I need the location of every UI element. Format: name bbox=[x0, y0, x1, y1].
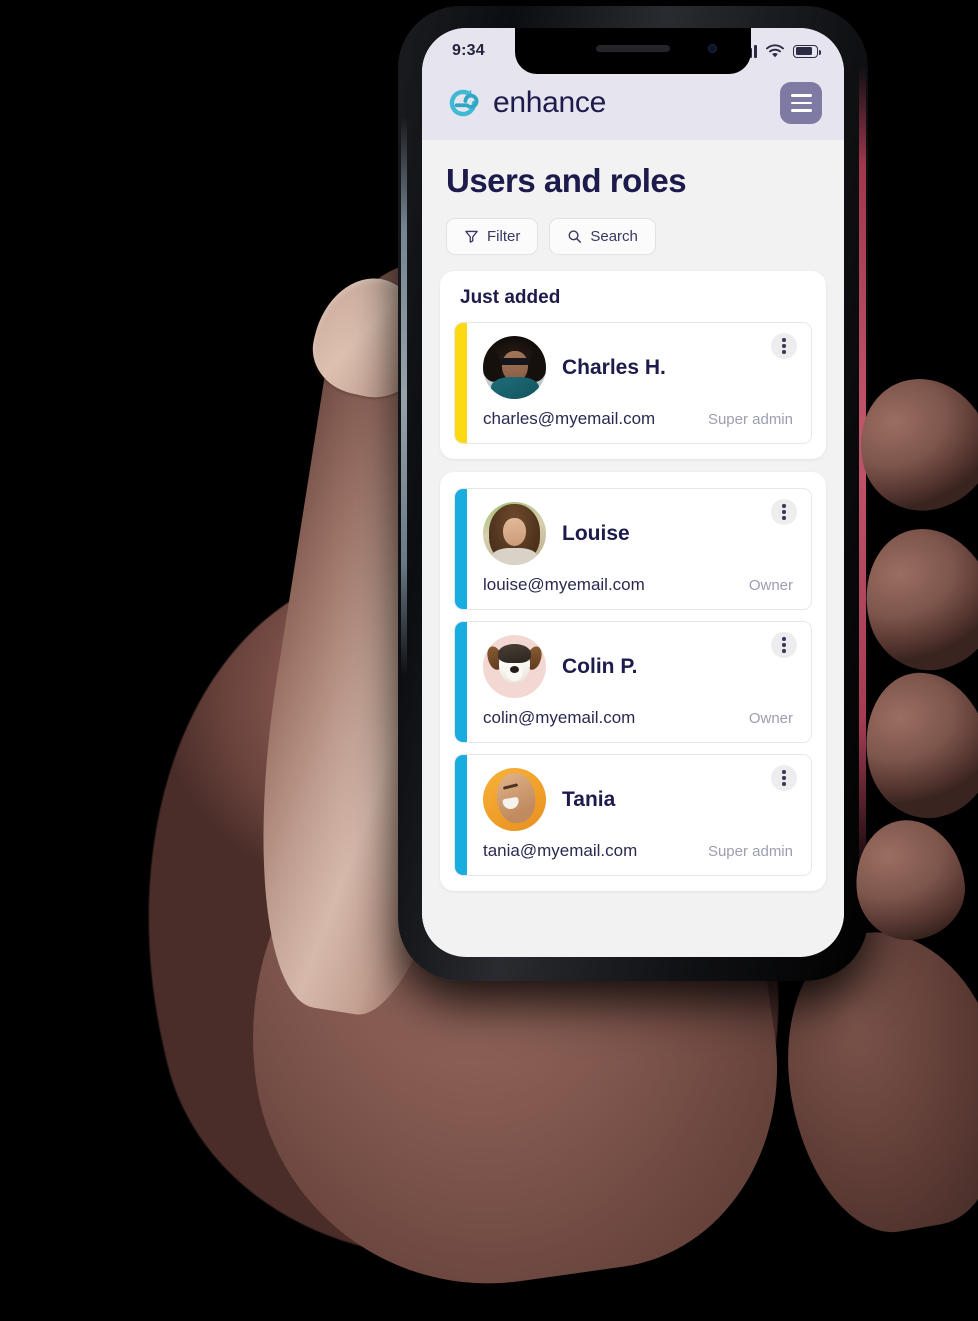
phone-screen: 9:34 enhance Users and roles Filter Sear… bbox=[422, 28, 844, 957]
phone-left-edge bbox=[401, 116, 407, 676]
user-card-colin[interactable]: Colin P. colin@myemail.com Owner bbox=[454, 621, 812, 743]
user-card-footer: colin@myemail.com Owner bbox=[455, 706, 811, 742]
page-content: Users and roles Filter Search Just added… bbox=[422, 140, 844, 949]
finger-ring bbox=[854, 662, 978, 828]
earpiece-speaker bbox=[596, 45, 670, 52]
user-card-footer: louise@myemail.com Owner bbox=[455, 573, 811, 609]
user-card-header: Charles H. bbox=[455, 323, 811, 407]
user-card-footer: charles@myemail.com Super admin bbox=[455, 407, 811, 443]
kebab-menu-icon[interactable] bbox=[771, 765, 797, 791]
user-email: charles@myemail.com bbox=[483, 409, 656, 428]
filter-label: Filter bbox=[487, 228, 521, 245]
user-email: louise@myemail.com bbox=[483, 575, 645, 594]
user-name: Charles H. bbox=[562, 355, 666, 379]
status-clock: 9:34 bbox=[452, 42, 485, 59]
phone-notch bbox=[515, 28, 751, 74]
user-role: Owner bbox=[748, 710, 793, 727]
search-button[interactable]: Search bbox=[549, 218, 656, 255]
user-card-tania[interactable]: Tania tania@myemail.com Super admin bbox=[454, 754, 812, 876]
finger-middle bbox=[851, 515, 978, 683]
charles-portrait-avatar bbox=[483, 336, 546, 399]
hamburger-menu-icon[interactable] bbox=[780, 82, 822, 124]
user-role: Owner bbox=[748, 577, 793, 594]
toolbar: Filter Search bbox=[446, 218, 844, 255]
brand: enhance bbox=[446, 86, 606, 120]
user-role: Super admin bbox=[707, 411, 793, 428]
just-added-panel: Just added Charles H. charles@myemail.co… bbox=[440, 271, 826, 459]
front-camera-icon bbox=[708, 44, 717, 53]
magnifier-icon bbox=[568, 230, 582, 243]
user-card-header: Tania bbox=[455, 755, 811, 839]
kebab-menu-icon[interactable] bbox=[771, 632, 797, 658]
user-card-louise[interactable]: Louise louise@myemail.com Owner bbox=[454, 488, 812, 610]
user-name: Tania bbox=[562, 787, 616, 811]
funnel-icon bbox=[465, 230, 478, 243]
user-card-charles[interactable]: Charles H. charles@myemail.com Super adm… bbox=[454, 322, 812, 444]
user-email: colin@myemail.com bbox=[483, 708, 636, 727]
phone-device: 9:34 enhance Users and roles Filter Sear… bbox=[398, 6, 868, 981]
kebab-menu-icon[interactable] bbox=[771, 333, 797, 359]
enhance-circular-arrow-logo bbox=[449, 89, 479, 117]
user-name: Colin P. bbox=[562, 654, 638, 678]
user-card-header: Louise bbox=[455, 489, 811, 573]
page-title: Users and roles bbox=[446, 162, 687, 199]
colin-dog-avatar bbox=[483, 635, 546, 698]
user-list-panel: Louise louise@myemail.com Owner Colin P.… bbox=[440, 472, 826, 891]
finger-pinky bbox=[850, 814, 970, 946]
just-added-title: Just added bbox=[460, 287, 561, 308]
search-label: Search bbox=[590, 228, 638, 245]
kebab-menu-icon[interactable] bbox=[771, 499, 797, 525]
user-role: Super admin bbox=[707, 843, 793, 860]
battery-icon bbox=[793, 44, 821, 58]
filter-button[interactable]: Filter bbox=[446, 218, 539, 255]
tania-portrait-avatar bbox=[483, 768, 546, 831]
phone-right-edge bbox=[859, 66, 866, 886]
app-header: enhance bbox=[422, 74, 844, 140]
user-card-footer: tania@myemail.com Super admin bbox=[455, 839, 811, 875]
wifi-icon bbox=[766, 44, 784, 58]
user-card-header: Colin P. bbox=[455, 622, 811, 706]
louise-portrait-avatar bbox=[483, 502, 546, 565]
brand-name: enhance bbox=[493, 86, 607, 119]
user-email: tania@myemail.com bbox=[483, 841, 638, 860]
user-name: Louise bbox=[562, 521, 630, 545]
